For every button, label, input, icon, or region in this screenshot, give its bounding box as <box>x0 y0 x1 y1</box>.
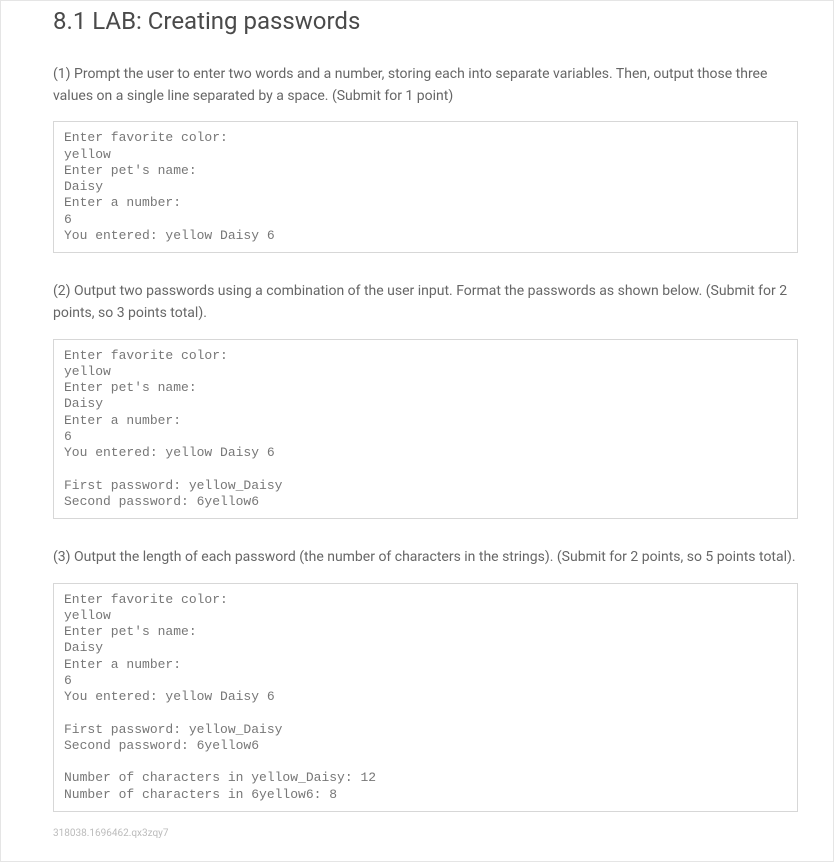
section-3-code-block: Enter favorite color: yellow Enter pet's… <box>53 583 798 812</box>
section-1-description: (1) Prompt the user to enter two words a… <box>53 64 798 107</box>
footer-id: 318038.1696462.qx3zqy7 <box>53 826 798 841</box>
section-2-description: (2) Output two passwords using a combina… <box>53 281 798 324</box>
section-1-code-block: Enter favorite color: yellow Enter pet's… <box>53 121 798 253</box>
lab-title: 8.1 LAB: Creating passwords <box>53 3 798 39</box>
lab-container: 8.1 LAB: Creating passwords (1) Prompt t… <box>0 0 834 862</box>
section-2-code-block: Enter favorite color: yellow Enter pet's… <box>53 339 798 520</box>
section-3-description: (3) Output the length of each password (… <box>53 547 798 569</box>
